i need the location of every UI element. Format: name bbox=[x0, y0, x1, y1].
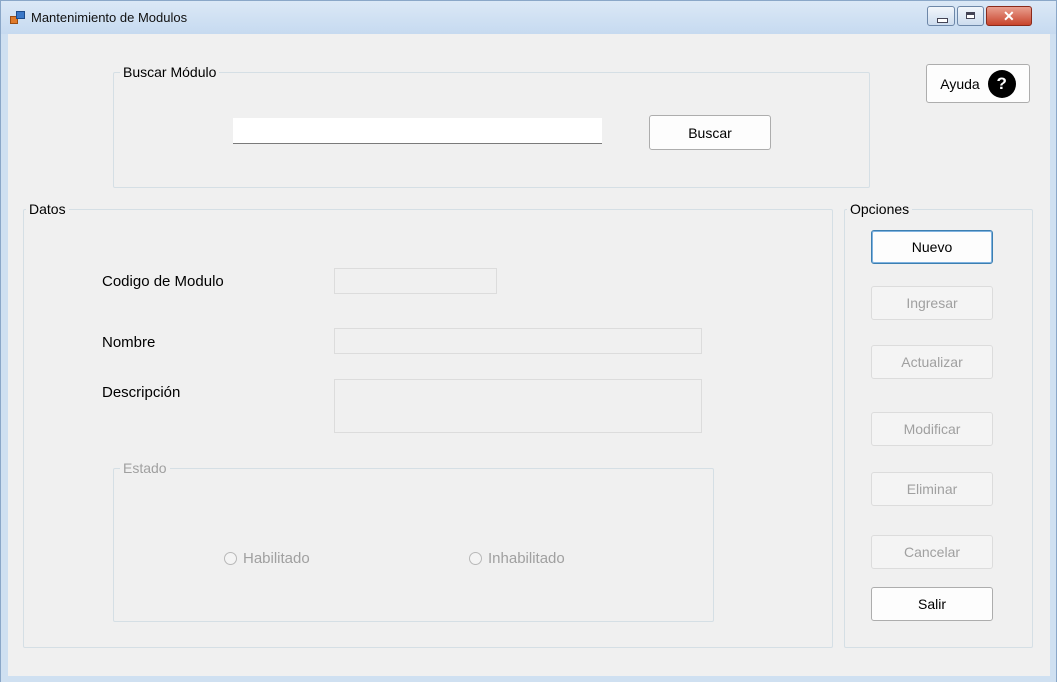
main-window: Mantenimiento de Modulos ✕ Buscar Módulo… bbox=[0, 0, 1057, 682]
close-icon: ✕ bbox=[1003, 8, 1015, 24]
radio-circle bbox=[224, 552, 237, 565]
codigo-input[interactable] bbox=[334, 268, 497, 294]
minimize-button[interactable] bbox=[927, 6, 955, 26]
radio-circle bbox=[469, 552, 482, 565]
descripcion-input[interactable] bbox=[334, 379, 702, 433]
habilitado-radio[interactable]: Habilitado bbox=[224, 550, 310, 567]
descripcion-label: Descripción bbox=[102, 384, 181, 401]
search-group-title: Buscar Módulo bbox=[120, 63, 220, 81]
maximize-button[interactable] bbox=[957, 6, 984, 26]
window-title: Mantenimiento de Modulos bbox=[31, 10, 188, 25]
buscar-button[interactable]: Buscar bbox=[649, 115, 771, 150]
maximize-icon bbox=[966, 12, 975, 19]
nuevo-button[interactable]: Nuevo bbox=[871, 230, 993, 264]
habilitado-label: Habilitado bbox=[243, 550, 310, 567]
ingresar-button[interactable]: Ingresar bbox=[871, 286, 993, 320]
estado-groupbox: Estado bbox=[113, 459, 714, 622]
search-input[interactable] bbox=[233, 118, 602, 144]
cancelar-button[interactable]: Cancelar bbox=[871, 535, 993, 569]
title-bar[interactable]: Mantenimiento de Modulos ✕ bbox=[1, 1, 1056, 34]
ayuda-label: Ayuda bbox=[940, 75, 980, 92]
close-button[interactable]: ✕ bbox=[986, 6, 1032, 26]
inhabilitado-label: Inhabilitado bbox=[488, 550, 565, 567]
window-bottom-border bbox=[1, 676, 1056, 682]
actualizar-button[interactable]: Actualizar bbox=[871, 345, 993, 379]
eliminar-button[interactable]: Eliminar bbox=[871, 472, 993, 506]
inhabilitado-radio[interactable]: Inhabilitado bbox=[469, 550, 565, 567]
help-icon: ? bbox=[987, 69, 1016, 98]
app-icon bbox=[10, 11, 25, 24]
nombre-label: Nombre bbox=[102, 334, 156, 351]
salir-button[interactable]: Salir bbox=[871, 587, 993, 621]
estado-group-title: Estado bbox=[120, 459, 170, 477]
modificar-button[interactable]: Modificar bbox=[871, 412, 993, 446]
ayuda-button[interactable]: Ayuda ? bbox=[926, 64, 1030, 103]
nombre-input[interactable] bbox=[334, 328, 702, 354]
datos-group-title: Datos bbox=[26, 200, 69, 218]
codigo-label: Codigo de Modulo bbox=[102, 273, 224, 290]
minimize-icon bbox=[937, 18, 948, 23]
form-client-area: Buscar Módulo Buscar Ayuda ? Datos Codig… bbox=[8, 34, 1050, 676]
opciones-group-title: Opciones bbox=[847, 200, 913, 218]
